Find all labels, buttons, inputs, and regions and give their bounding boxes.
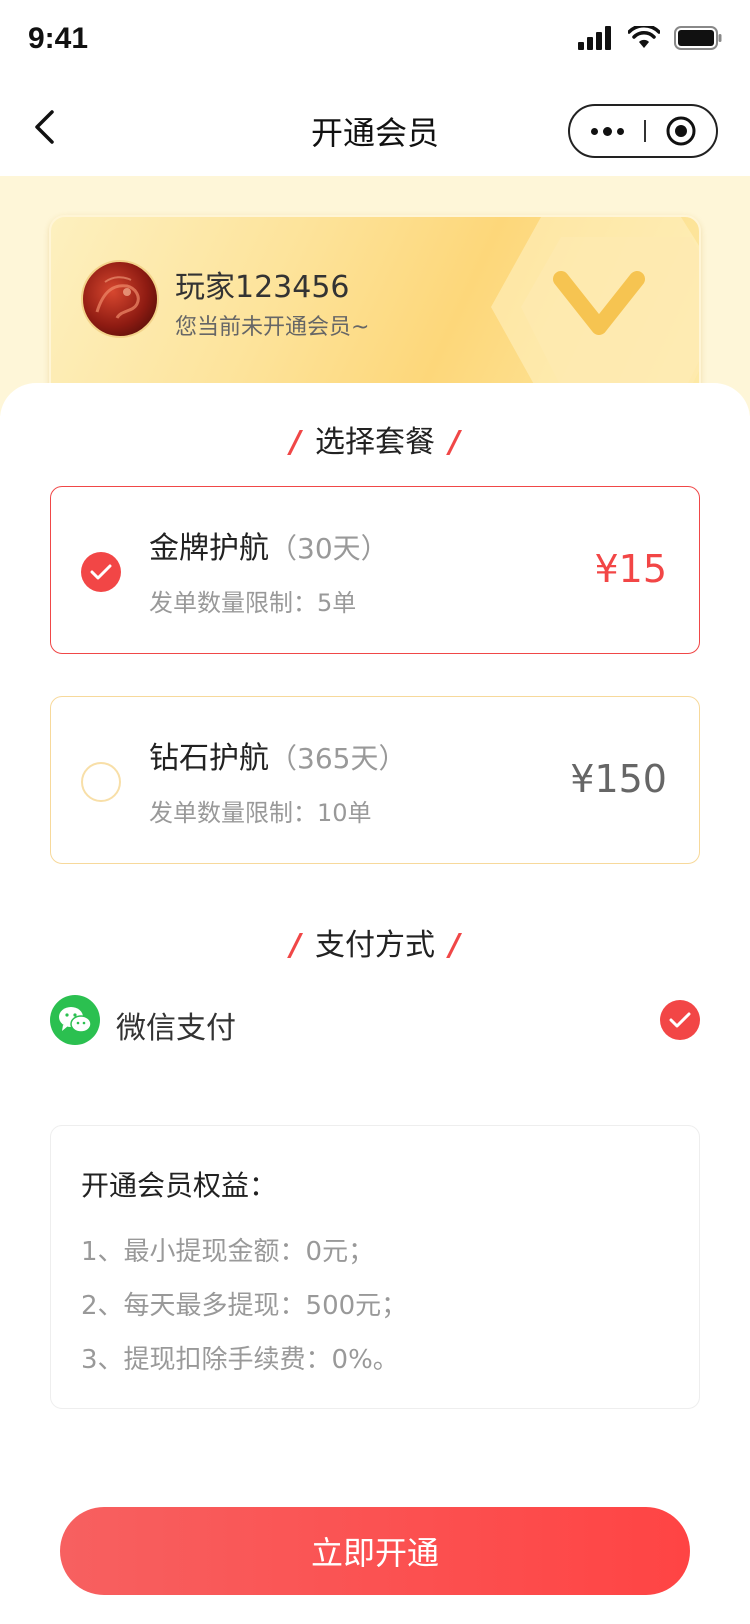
benefit-item: 3、提现扣除手续费：0%。 [81, 1345, 399, 1375]
plan-card-diamond[interactable]: 钻石护航（365天） 发单数量限制：10单 ¥150 [50, 696, 700, 864]
plan-limit: 发单数量限制：5单 [149, 589, 357, 617]
target-icon [666, 116, 696, 146]
status-icons [578, 26, 722, 50]
vip-badge-icon [491, 217, 699, 397]
benefits-panel: 开通会员权益： 1、最小提现金额：0元； 2、每天最多提现：500元； 3、提现… [50, 1125, 700, 1409]
more-button[interactable] [570, 106, 644, 156]
plan-price: ¥150 [570, 757, 667, 801]
payment-section-title: / 支付方式 / [290, 928, 460, 963]
more-icon [590, 127, 598, 135]
plan-radio-checked[interactable] [81, 552, 121, 592]
plan-price: ¥15 [594, 547, 667, 591]
plan-card-gold[interactable]: 金牌护航（30天） 发单数量限制：5单 ¥15 [50, 486, 700, 654]
check-icon [669, 1012, 691, 1028]
check-icon [90, 564, 112, 580]
username: 玩家123456 [175, 270, 350, 305]
plan-duration: （30天） [269, 532, 389, 565]
benefits-title: 开通会员权益： [81, 1169, 278, 1202]
plan-name: 金牌护航（30天） [149, 531, 389, 566]
plans-section-title: / 选择套餐 / [290, 425, 460, 460]
battery-icon [674, 26, 722, 50]
avatar [81, 260, 159, 338]
payment-option-wechat[interactable]: 微信支付 [50, 995, 700, 1049]
activate-button[interactable]: 立即开通 [60, 1507, 690, 1595]
payment-method-label: 微信支付 [116, 1011, 236, 1046]
signal-icon [578, 26, 611, 50]
plan-limit: 发单数量限制：10单 [149, 799, 372, 827]
status-time: 9:41 [28, 22, 89, 55]
benefit-item: 1、最小提现金额：0元； [81, 1237, 375, 1267]
mini-program-capsule [568, 104, 718, 158]
plan-name: 钻石护航（365天） [149, 741, 407, 776]
plan-duration: （365天） [269, 742, 407, 775]
benefit-item: 2、每天最多提现：500元； [81, 1291, 408, 1321]
plan-radio-unchecked[interactable] [81, 762, 121, 802]
wechat-pay-icon [50, 995, 100, 1045]
wifi-icon [628, 26, 660, 48]
close-mini-program-button[interactable] [646, 106, 716, 156]
member-status-text: 您当前未开通会员~ [175, 315, 370, 340]
payment-radio-checked[interactable] [660, 1000, 700, 1040]
dragon-avatar-image [95, 276, 140, 319]
